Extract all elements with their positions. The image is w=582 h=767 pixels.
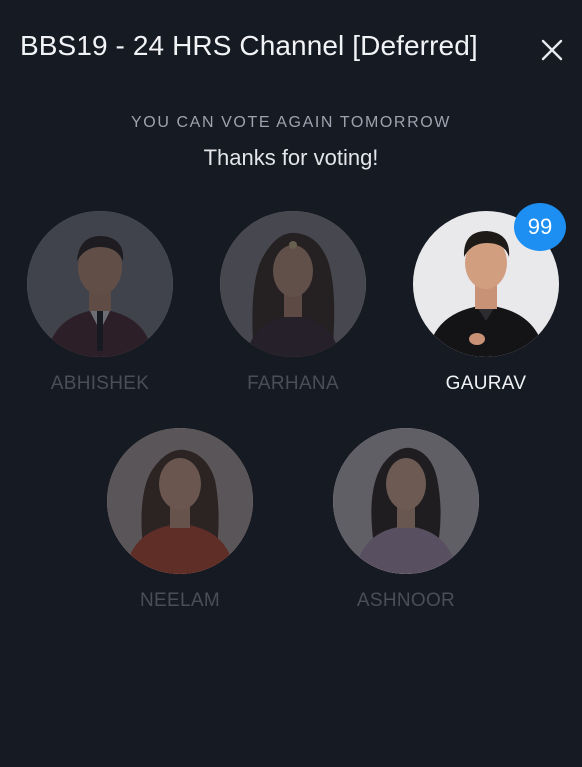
header: BBS19 - 24 HRS Channel [Deferred]: [0, 0, 582, 100]
candidate-name: ASHNOOR: [356, 590, 456, 611]
vote-count-badge: 99: [514, 203, 566, 251]
candidate-name: NEELAM: [140, 590, 220, 611]
candidate-card-neelam[interactable]: NEELAM: [100, 428, 260, 618]
close-icon: [541, 39, 563, 61]
avatar: [107, 428, 253, 574]
candidate-card-abhishek[interactable]: ABHISHEK: [20, 211, 180, 401]
candidate-name: FARHANA: [247, 373, 339, 394]
close-button[interactable]: [536, 34, 568, 66]
channel-title: BBS19 - 24 HRS Channel [Deferred]: [20, 30, 478, 61]
candidate-name: GAURAV: [445, 373, 527, 394]
candidate-card-farhana[interactable]: FARHANA: [213, 211, 373, 401]
vote-again-notice: YOU CAN VOTE AGAIN TOMORROW: [131, 114, 451, 131]
candidate-card-gaurav[interactable]: 99 GAURAV: [406, 203, 566, 401]
candidate-card-ashnoor[interactable]: ASHNOOR: [326, 428, 486, 618]
avatar: [333, 428, 479, 574]
candidate-name: ABHISHEK: [50, 373, 150, 394]
avatar: [27, 211, 173, 357]
thanks-message: Thanks for voting!: [203, 145, 379, 170]
avatar: [220, 211, 366, 357]
